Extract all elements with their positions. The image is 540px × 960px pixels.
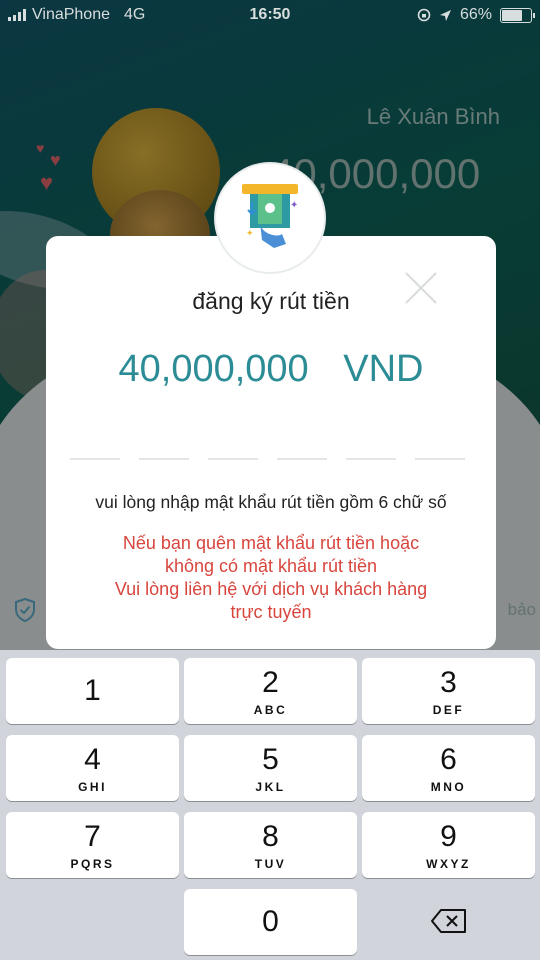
warning-line: Vui lòng liên hệ với dịch vụ khách hàng bbox=[114, 579, 428, 599]
key-number: 9 bbox=[440, 820, 457, 853]
warning-line: trực tuyến bbox=[230, 602, 312, 622]
key-3[interactable]: 3 DEF bbox=[362, 658, 535, 724]
key-letters: TUV bbox=[254, 857, 287, 871]
key-number: 3 bbox=[440, 666, 457, 699]
key-number: 1 bbox=[84, 674, 101, 707]
pin-slot[interactable] bbox=[208, 458, 258, 460]
forgot-password-warning: Nếu bạn quên mật khẩu rút tiền hoặc khôn… bbox=[66, 532, 476, 624]
battery-percent: 66% bbox=[459, 6, 492, 23]
key-number: 4 bbox=[84, 743, 101, 776]
dialog-title: đăng ký rút tiền bbox=[192, 288, 350, 314]
key-number: 2 bbox=[262, 666, 279, 699]
key-letters: WXYZ bbox=[426, 857, 471, 871]
battery-fill bbox=[502, 9, 522, 21]
key-1[interactable]: 1 bbox=[6, 658, 179, 724]
battery-icon bbox=[500, 7, 535, 23]
amount-currency: VND bbox=[343, 348, 424, 390]
key-5[interactable]: 5 JKL bbox=[184, 735, 357, 801]
pin-input[interactable] bbox=[70, 458, 465, 460]
key-number: 6 bbox=[440, 743, 457, 776]
key-letters: DEF bbox=[432, 703, 465, 717]
amount-value: 40,000,000 bbox=[118, 348, 309, 390]
pin-slot[interactable] bbox=[415, 458, 465, 460]
lock-rotation-icon bbox=[417, 8, 431, 22]
key-letters: GHI bbox=[78, 780, 107, 794]
location-icon bbox=[439, 9, 451, 21]
pin-slot[interactable] bbox=[277, 458, 327, 460]
pin-slot[interactable] bbox=[139, 458, 189, 460]
warning-line: Nếu bạn quên mật khẩu rút tiền hoặc bbox=[122, 533, 420, 553]
key-4[interactable]: 4 GHI bbox=[6, 735, 179, 801]
svg-text:✦: ✦ bbox=[290, 200, 298, 211]
withdraw-amount: 40,000,000 VND bbox=[46, 348, 496, 391]
pin-slot[interactable] bbox=[346, 458, 396, 460]
key-letters: PQRS bbox=[70, 857, 115, 871]
key-0[interactable]: 0 bbox=[184, 889, 357, 955]
key-9[interactable]: 9 WXYZ bbox=[362, 812, 535, 878]
withdraw-atm-icon: ✦ ✦ bbox=[242, 184, 298, 248]
backspace-icon[interactable] bbox=[430, 908, 468, 934]
key-letters: MNO bbox=[430, 780, 467, 794]
key-6[interactable]: 6 MNO bbox=[362, 735, 535, 801]
warning-line: không có mật khẩu rút tiền bbox=[164, 556, 378, 576]
status-bar: VinaPhone 4G 16:50 66% bbox=[0, 0, 540, 32]
key-letters: ABC bbox=[253, 703, 288, 717]
key-letters: JKL bbox=[255, 780, 286, 794]
key-number: 7 bbox=[84, 820, 101, 853]
key-number: 5 bbox=[262, 743, 279, 776]
key-number: 8 bbox=[262, 820, 279, 853]
withdraw-badge: ✦ ✦ bbox=[216, 164, 324, 272]
key-8[interactable]: 8 TUV bbox=[184, 812, 357, 878]
key-7[interactable]: 7 PQRS bbox=[6, 812, 179, 878]
pin-instruction: vui lòng nhập mật khẩu rút tiền gồm 6 ch… bbox=[95, 492, 447, 512]
svg-text:✦: ✦ bbox=[246, 228, 254, 238]
pin-slot[interactable] bbox=[70, 458, 120, 460]
key-2[interactable]: 2 ABC bbox=[184, 658, 357, 724]
key-number: 0 bbox=[262, 905, 279, 938]
